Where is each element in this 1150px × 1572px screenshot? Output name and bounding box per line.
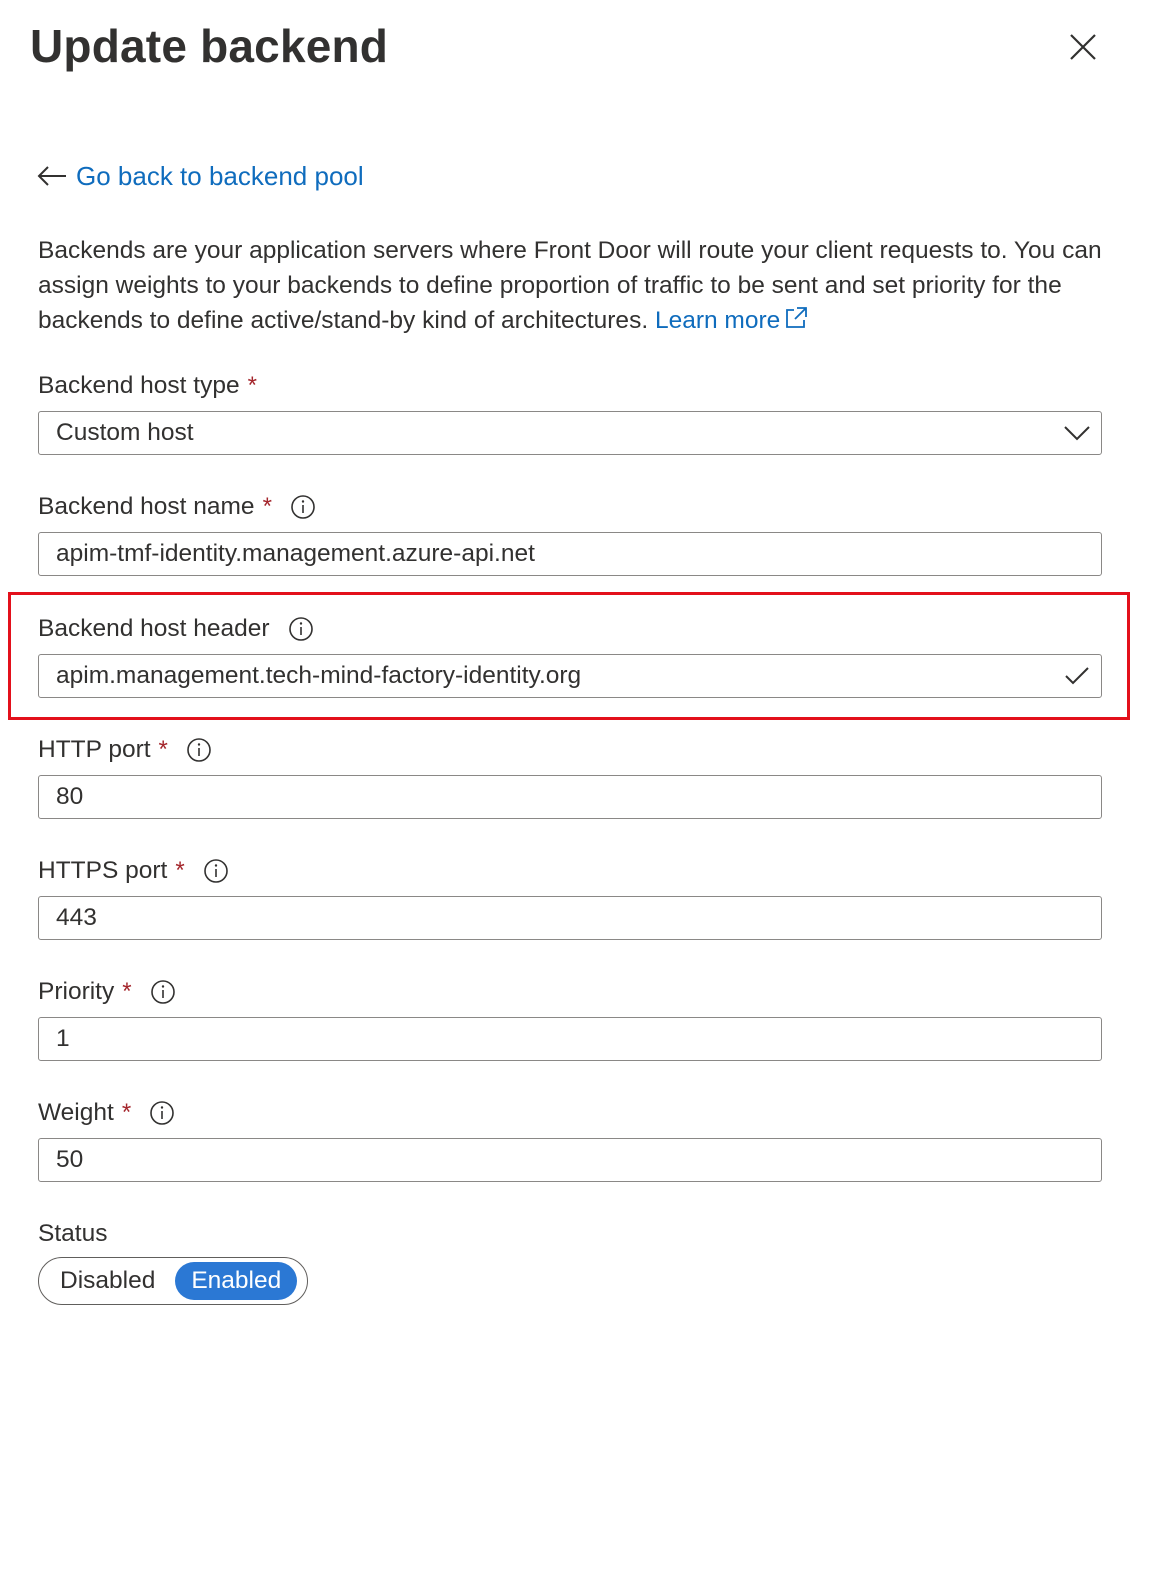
info-icon[interactable]: [288, 616, 314, 642]
priority-value: 1: [56, 1025, 70, 1052]
priority-label: Priority: [38, 978, 115, 1005]
host-header-label: Backend host header: [38, 615, 270, 642]
https-port-value: 443: [56, 904, 97, 931]
weight-value: 50: [56, 1146, 84, 1173]
status-label: Status: [38, 1220, 108, 1247]
back-to-pool-link[interactable]: Go back to backend pool: [36, 158, 364, 194]
info-icon[interactable]: [149, 1100, 175, 1126]
host-name-label-row: Backend host name *: [38, 491, 316, 523]
required-marker: *: [121, 1099, 132, 1126]
host-name-label: Backend host name: [38, 493, 255, 520]
checkmark-icon: [1063, 663, 1091, 689]
host-header-input[interactable]: apim.management.tech-mind-factory-identi…: [38, 654, 1102, 698]
required-marker: *: [158, 736, 168, 763]
http-port-label-row: HTTP port *: [38, 734, 212, 766]
chevron-down-icon: [1063, 420, 1091, 446]
required-marker: *: [175, 857, 185, 884]
required-marker: *: [122, 978, 132, 1005]
host-header-value: apim.management.tech-mind-factory-identi…: [56, 662, 582, 689]
close-button[interactable]: [1062, 26, 1104, 68]
status-label-row: Status: [38, 1218, 107, 1250]
external-link-icon: [786, 307, 808, 328]
https-port-input[interactable]: 443: [38, 896, 1102, 940]
learn-more-label: Learn more: [654, 307, 781, 334]
info-icon[interactable]: [150, 979, 176, 1005]
back-link-label: Go back to backend pool: [76, 161, 364, 191]
status-toggle[interactable]: Disabled Enabled: [38, 1257, 308, 1305]
learn-more-link[interactable]: Learn more: [655, 307, 808, 334]
http-port-input[interactable]: 80: [38, 775, 1102, 819]
description: Backends are your application servers wh…: [38, 233, 1108, 338]
host-name-input[interactable]: apim-tmf-identity.management.azure-api.n…: [38, 532, 1102, 576]
weight-input[interactable]: 50: [38, 1138, 1102, 1182]
close-icon: [1070, 34, 1096, 60]
weight-label: Weight: [38, 1099, 114, 1126]
info-icon[interactable]: [203, 858, 229, 884]
host-type-value: Custom host: [56, 419, 194, 446]
info-icon[interactable]: [186, 737, 212, 763]
https-port-label-row: HTTPS port *: [38, 855, 229, 887]
host-type-dropdown[interactable]: Custom host: [38, 411, 1102, 455]
host-type-label: Backend host type: [38, 372, 240, 399]
arrow-left-icon: [36, 161, 70, 191]
description-text: Backends are your application servers wh…: [38, 237, 1102, 334]
http-port-label: HTTP port: [38, 736, 151, 763]
https-port-label: HTTPS port: [38, 857, 168, 884]
priority-input[interactable]: 1: [38, 1017, 1102, 1061]
status-option-enabled[interactable]: Enabled: [175, 1262, 298, 1300]
required-marker: *: [247, 372, 257, 399]
priority-label-row: Priority *: [38, 976, 176, 1008]
info-icon[interactable]: [290, 494, 316, 520]
required-marker: *: [262, 493, 272, 520]
weight-label-row: Weight *: [38, 1097, 175, 1129]
host-name-value: apim-tmf-identity.management.azure-api.n…: [56, 540, 535, 567]
http-port-value: 80: [56, 783, 84, 810]
host-header-label-row: Backend host header: [38, 613, 314, 645]
status-option-disabled[interactable]: Disabled: [44, 1262, 171, 1300]
panel-title: Update backend: [30, 20, 389, 72]
host-type-label-row: Backend host type *: [38, 370, 257, 402]
